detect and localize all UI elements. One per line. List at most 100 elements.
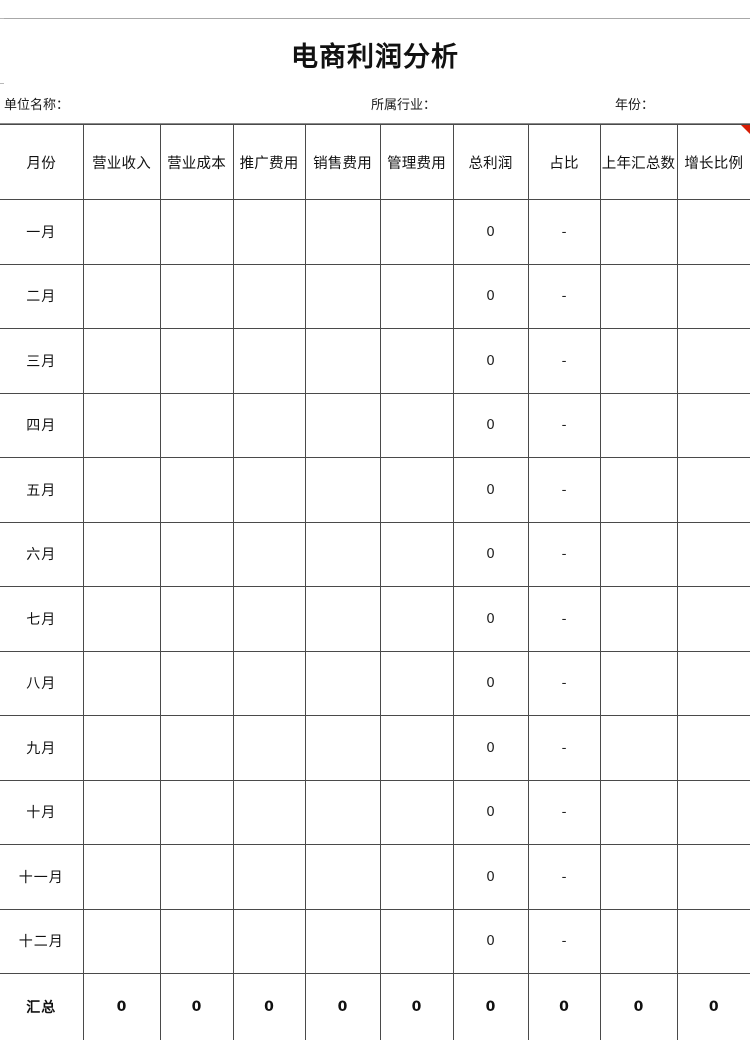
- cell-share[interactable]: -: [527, 457, 601, 523]
- cell-promotion-fee[interactable]: [232, 586, 306, 652]
- total-cell-growth-rate[interactable]: 0: [676, 973, 750, 1040]
- column-header-admin[interactable]: 管理费用: [379, 124, 454, 200]
- column-header-sales[interactable]: 销售费用: [304, 124, 381, 200]
- cell-promotion-fee[interactable]: [232, 779, 306, 845]
- cell-admin-fee[interactable]: [379, 650, 454, 716]
- cell-last-year-total[interactable]: [599, 199, 678, 265]
- cell-growth-rate[interactable]: [676, 844, 750, 910]
- cell-share[interactable]: -: [527, 908, 601, 974]
- cell-sales-fee[interactable]: [304, 779, 381, 845]
- cell-last-year-total[interactable]: [599, 715, 678, 781]
- cell-admin-fee[interactable]: [379, 328, 454, 394]
- cell-last-year-total[interactable]: [599, 908, 678, 974]
- cell-cost[interactable]: [159, 908, 234, 974]
- cell-total-profit[interactable]: 0: [452, 328, 529, 394]
- total-cell-share[interactable]: 0: [527, 973, 601, 1040]
- total-cell-admin-fee[interactable]: 0: [379, 973, 454, 1040]
- cell-growth-rate[interactable]: [676, 908, 750, 974]
- column-header-growth[interactable]: 增长比例: [676, 124, 750, 200]
- cell-share[interactable]: -: [527, 521, 601, 587]
- cell-growth-rate[interactable]: [676, 715, 750, 781]
- cell-sales-fee[interactable]: [304, 908, 381, 974]
- cell-last-year-total[interactable]: [599, 457, 678, 523]
- total-cell-last-year-total[interactable]: 0: [599, 973, 678, 1040]
- cell-admin-fee[interactable]: [379, 457, 454, 523]
- cell-share[interactable]: -: [527, 844, 601, 910]
- cell-admin-fee[interactable]: [379, 586, 454, 652]
- cell-last-year-total[interactable]: [599, 844, 678, 910]
- cell-revenue[interactable]: [82, 521, 161, 587]
- cell-total-profit[interactable]: 0: [452, 844, 529, 910]
- cell-cost[interactable]: [159, 199, 234, 265]
- column-header-last-year[interactable]: 上年汇总数: [599, 124, 678, 200]
- cell-revenue[interactable]: [82, 457, 161, 523]
- cell-revenue[interactable]: [82, 908, 161, 974]
- cell-promotion-fee[interactable]: [232, 457, 306, 523]
- cell-promotion-fee[interactable]: [232, 521, 306, 587]
- cell-sales-fee[interactable]: [304, 457, 381, 523]
- cell-last-year-total[interactable]: [599, 392, 678, 458]
- column-header-revenue[interactable]: 营业收入: [82, 124, 161, 200]
- cell-cost[interactable]: [159, 844, 234, 910]
- cell-share[interactable]: -: [527, 263, 601, 329]
- cell-sales-fee[interactable]: [304, 392, 381, 458]
- total-cell-revenue[interactable]: 0: [82, 973, 161, 1040]
- cell-admin-fee[interactable]: [379, 521, 454, 587]
- column-header-share[interactable]: 占比: [527, 124, 601, 200]
- cell-total-profit[interactable]: 0: [452, 392, 529, 458]
- cell-cost[interactable]: [159, 328, 234, 394]
- cell-growth-rate[interactable]: [676, 779, 750, 845]
- cell-last-year-total[interactable]: [599, 263, 678, 329]
- cell-admin-fee[interactable]: [379, 908, 454, 974]
- cell-growth-rate[interactable]: [676, 328, 750, 394]
- cell-total-profit[interactable]: 0: [452, 457, 529, 523]
- cell-sales-fee[interactable]: [304, 844, 381, 910]
- cell-sales-fee[interactable]: [304, 328, 381, 394]
- cell-cost[interactable]: [159, 521, 234, 587]
- cell-cost[interactable]: [159, 392, 234, 458]
- column-header-cost[interactable]: 营业成本: [159, 124, 234, 200]
- cell-promotion-fee[interactable]: [232, 844, 306, 910]
- cell-share[interactable]: -: [527, 328, 601, 394]
- cell-share[interactable]: -: [527, 392, 601, 458]
- cell-sales-fee[interactable]: [304, 650, 381, 716]
- cell-revenue[interactable]: [82, 650, 161, 716]
- cell-growth-rate[interactable]: [676, 263, 750, 329]
- cell-sales-fee[interactable]: [304, 263, 381, 329]
- cell-promotion-fee[interactable]: [232, 392, 306, 458]
- cell-admin-fee[interactable]: [379, 844, 454, 910]
- cell-last-year-total[interactable]: [599, 779, 678, 845]
- cell-sales-fee[interactable]: [304, 586, 381, 652]
- cell-revenue[interactable]: [82, 328, 161, 394]
- cell-cost[interactable]: [159, 650, 234, 716]
- comment-marker-icon[interactable]: [741, 125, 750, 134]
- cell-admin-fee[interactable]: [379, 779, 454, 845]
- cell-growth-rate[interactable]: [676, 457, 750, 523]
- cell-total-profit[interactable]: 0: [452, 715, 529, 781]
- cell-promotion-fee[interactable]: [232, 328, 306, 394]
- cell-growth-rate[interactable]: [676, 650, 750, 716]
- cell-revenue[interactable]: [82, 586, 161, 652]
- cell-growth-rate[interactable]: [676, 392, 750, 458]
- cell-cost[interactable]: [159, 586, 234, 652]
- cell-cost[interactable]: [159, 779, 234, 845]
- cell-revenue[interactable]: [82, 199, 161, 265]
- cell-share[interactable]: -: [527, 199, 601, 265]
- total-cell-sales-fee[interactable]: 0: [304, 973, 381, 1040]
- cell-growth-rate[interactable]: [676, 521, 750, 587]
- total-cell-cost[interactable]: 0: [159, 973, 234, 1040]
- cell-revenue[interactable]: [82, 715, 161, 781]
- cell-admin-fee[interactable]: [379, 715, 454, 781]
- cell-share[interactable]: -: [527, 650, 601, 716]
- column-header-month[interactable]: 月份: [0, 124, 84, 200]
- cell-last-year-total[interactable]: [599, 650, 678, 716]
- cell-total-profit[interactable]: 0: [452, 263, 529, 329]
- cell-promotion-fee[interactable]: [232, 199, 306, 265]
- cell-sales-fee[interactable]: [304, 715, 381, 781]
- cell-total-profit[interactable]: 0: [452, 521, 529, 587]
- column-header-profit[interactable]: 总利润: [452, 124, 529, 200]
- cell-cost[interactable]: [159, 263, 234, 329]
- cell-promotion-fee[interactable]: [232, 263, 306, 329]
- cell-cost[interactable]: [159, 715, 234, 781]
- total-cell-total-profit[interactable]: 0: [452, 973, 529, 1040]
